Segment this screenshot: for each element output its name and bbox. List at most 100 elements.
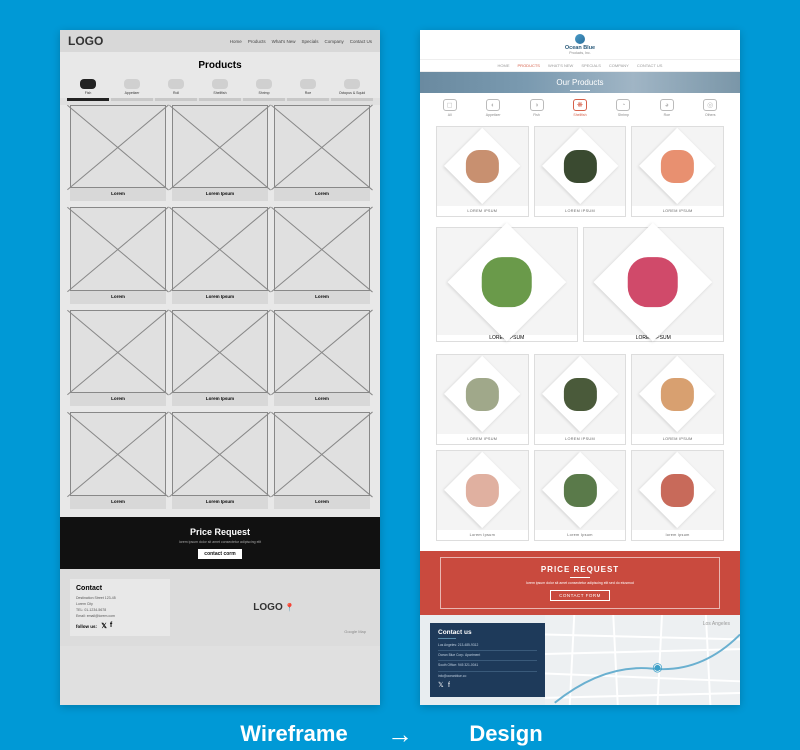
facebook-icon[interactable]: f [448,682,450,689]
category-icon [300,79,316,89]
nav-item[interactable]: CONTACT US [637,63,663,68]
product-card[interactable]: Lorem [274,412,370,508]
category-tab[interactable]: Shellfish [198,79,242,96]
ds-big-row: LOREM IPSUMLOREM IPSUM [420,227,740,348]
product-card[interactable]: LOREM IPSUM [631,354,724,445]
category-tab[interactable]: ◑Fish [515,99,558,118]
product-card[interactable]: LOREM IPSUM [583,227,725,342]
nav-item[interactable]: HOME [498,63,510,68]
category-icon [256,79,272,89]
card-label: Lorem Ipsum [206,393,234,406]
category-tab[interactable]: ◎Others [689,99,732,118]
product-card[interactable]: LOREM IPSUM [436,227,578,342]
category-tab[interactable]: Shrimp [242,79,286,96]
product-card[interactable]: LOREM IPSUM [534,354,627,445]
product-card[interactable]: Lorem Ipsum [172,310,268,406]
product-image [437,355,528,434]
product-image [437,228,577,335]
wf-header: LOGO Home Products What's New Specials Compa… [60,30,380,52]
category-tab[interactable]: ◔Shrimp [602,99,645,118]
map-logo: LOGO [253,602,282,613]
contact-form-button[interactable]: CONTACT FORM [550,590,610,601]
product-card[interactable]: Lorem [70,412,166,508]
nav-item[interactable]: What's New [272,39,296,44]
product-card[interactable]: LOREM IPSUM [534,126,627,217]
label-design: Design [441,721,571,747]
card-label: lorem ipsum [632,530,723,540]
ds-contact-card: Contact us Los Angeles: 213-485-9312Ocea… [430,623,545,697]
facebook-icon[interactable]: f [110,622,112,630]
nav-item[interactable]: Products [248,39,266,44]
ds-contact-section: Contact us Los Angeles: 213-485-9312Ocea… [420,615,740,705]
brand-logo-icon [575,34,585,44]
nav-item[interactable]: SPECIALS [581,63,601,68]
category-icon [212,79,228,89]
category-tab[interactable]: Fish [66,79,110,96]
nav-item[interactable]: Home [230,39,242,44]
wf-categories: FishAppetizerRollShellfishShrimpRoeOctop… [60,75,380,98]
product-card[interactable]: Lorem [70,105,166,201]
category-tab[interactable]: ❋Shellfish [558,99,601,118]
twitter-icon[interactable]: 𝕏 [438,682,444,689]
image-placeholder-icon [172,105,268,188]
product-card[interactable]: LOREM IPSUM [436,354,529,445]
price-sub: lorem ipsum dolor sit amet consectetur a… [420,581,740,585]
card-label: Lorem [315,188,329,201]
card-label: LOREM IPSUM [632,206,723,216]
product-card[interactable]: Lorem Ipsum [534,450,627,541]
category-tab[interactable]: ◕Roe [645,99,688,118]
nav-item[interactable]: PRODUCTS [518,63,540,68]
ds-price-request: PRICE REQUEST lorem ipsum dolor sit amet… [420,551,740,615]
card-label: Lorem Ipsum [206,188,234,201]
nav-item[interactable]: Company [324,39,343,44]
product-card[interactable]: lorem ipsum [631,450,724,541]
map-label: Google Map [344,629,366,634]
category-tab[interactable]: Roe [286,79,330,96]
product-card[interactable]: Lorem [70,207,166,303]
product-card[interactable]: Lorem [274,207,370,303]
image-placeholder-icon [172,207,268,290]
contact-form-button[interactable]: contact corm [198,549,241,559]
product-card[interactable]: LOREM IPSUM [631,126,724,217]
ds-hero: Our Products [420,72,740,93]
card-label: Lorem [111,188,125,201]
product-image [437,127,528,206]
image-placeholder-icon [172,412,268,495]
nav-item[interactable]: Contact Us [350,39,372,44]
product-card[interactable]: Lorem [274,310,370,406]
nav-item[interactable]: COMPANY [609,63,629,68]
logo-placeholder: LOGO [68,34,103,48]
product-card[interactable]: Lorem Ipsum [172,412,268,508]
product-card[interactable]: Lorem [70,310,166,406]
category-icon [168,79,184,89]
arrow-icon: → [387,719,413,750]
product-card[interactable]: LOREM IPSUM [436,126,529,217]
card-label: Lorem [111,393,125,406]
nav-item[interactable]: WHAT'S NEW [548,63,573,68]
category-tab[interactable]: Appetizer [110,79,154,96]
category-icon: ◑ [530,99,544,111]
page-title: Products [60,60,380,71]
product-card[interactable]: Lorem [274,105,370,201]
product-image [535,355,626,434]
product-card[interactable]: Lorem Ipsum [172,105,268,201]
brand-sub: Products, Inc. [420,51,740,55]
category-icon: ◔ [616,99,630,111]
category-tab[interactable]: Octopus & Squid [330,79,374,96]
price-title: PRICE REQUEST [420,565,740,578]
category-tab[interactable]: ◐Appetizer [471,99,514,118]
twitter-icon[interactable]: 𝕏 [101,622,107,630]
product-card[interactable]: Lorem Ipsum [172,207,268,303]
nav-item[interactable]: Specials [301,39,318,44]
image-placeholder-icon [70,207,166,290]
contact-line: South Office: 945 321-0041 [438,663,537,667]
ds-map[interactable]: Los Angeles ◉ [545,615,740,705]
category-tab[interactable]: Roll [154,79,198,96]
category-icon [124,79,140,89]
product-image [584,228,724,335]
map-pin-icon: ◉ [652,660,662,674]
card-label: Lorem [315,393,329,406]
product-card[interactable]: Lorem Ipsum [436,450,529,541]
contact-line: info@oceanblue.co [438,674,537,678]
category-tab[interactable]: ◻All [428,99,471,118]
